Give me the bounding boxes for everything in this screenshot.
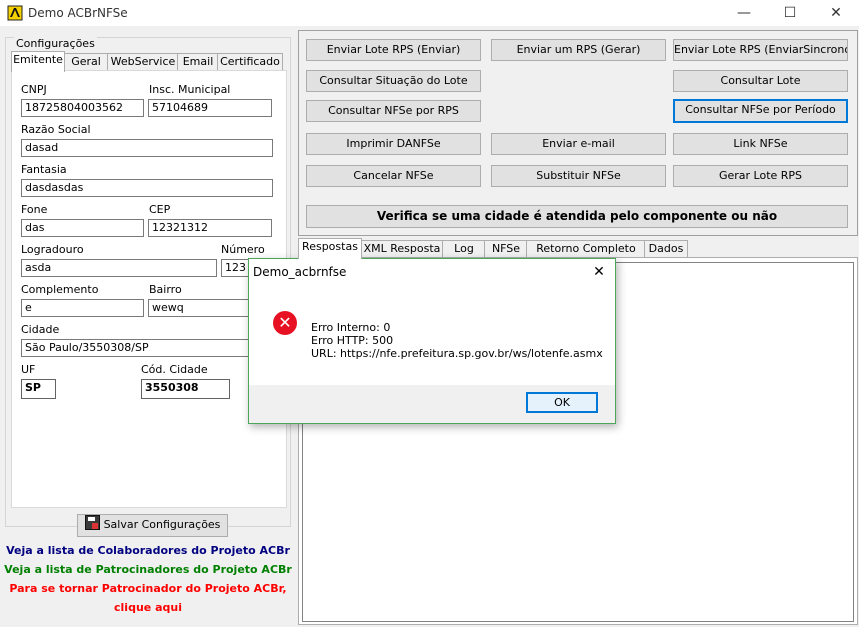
cep-field[interactable]: 12321312 [148,219,272,237]
cidade-field[interactable]: São Paulo/3550308/SP [21,339,273,357]
im-label: Insc. Municipal [149,83,231,96]
dialog-message: Erro Interno: 0 Erro HTTP: 500 URL: http… [311,321,603,360]
colaboradores-link[interactable]: Veja a lista de Colaboradores do Projeto… [0,544,296,557]
tab-retorno-completo[interactable]: Retorno Completo WS [526,240,646,271]
enviar-lote-button[interactable]: Enviar Lote RPS (Enviar) [306,39,481,61]
tab-certificado[interactable]: Certificado [217,53,283,71]
save-config-label: Salvar Configurações [103,518,221,531]
uf-field[interactable]: SP [21,379,56,399]
cancelar-nfse-button[interactable]: Cancelar NFSe [306,165,481,187]
im-field[interactable]: 57104689 [148,99,272,117]
razao-field[interactable]: dasad [21,139,273,157]
cidade-label: Cidade [21,323,60,336]
minimize-button[interactable]: — [721,0,767,26]
fone-field[interactable]: das [21,219,144,237]
config-legend: Configurações [14,37,97,50]
close-button[interactable]: ✕ [813,0,859,26]
verifica-cidade-button[interactable]: Verifica se uma cidade é atendida pelo c… [306,205,848,228]
tab-log[interactable]: Log [442,240,486,258]
tab-webservice[interactable]: WebService [107,53,179,71]
razao-label: Razão Social [21,123,91,136]
title-bar: Demo ACBrNFSe — ☐ ✕ [0,0,859,26]
gerar-lote-rps-button[interactable]: Gerar Lote RPS [673,165,848,187]
logradouro-field[interactable]: asda [21,259,217,277]
tab-nfse[interactable]: NFSe [484,240,528,258]
codcidade-field[interactable]: 3550308 [141,379,230,399]
dialog-title: Demo_acbrnfse [253,265,347,279]
clique-aqui-link[interactable]: clique aqui [0,601,296,614]
app-logo-icon [7,5,23,21]
fantasia-field[interactable]: dasdasdas [21,179,273,197]
response-tabbar: Respostas XML Resposta Log NFSe Retorno … [298,238,858,271]
save-config-button[interactable]: Salvar Configurações [77,514,228,537]
error-dialog: Demo_acbrnfse ✕ ✕ Erro Interno: 0 Erro H… [248,258,616,424]
tab-dados[interactable]: Dados [644,240,688,258]
fantasia-label: Fantasia [21,163,67,176]
bairro-label: Bairro [149,283,182,296]
dialog-line-erro-http: Erro HTTP: 500 [311,334,394,347]
save-disk-icon [84,515,100,530]
substituir-nfse-button[interactable]: Substituir NFSe [491,165,666,187]
error-icon: ✕ [273,311,297,335]
dialog-line-erro-interno: Erro Interno: 0 [311,321,391,334]
fone-label: Fone [21,203,48,216]
dialog-close-button[interactable]: ✕ [585,262,613,282]
tab-email[interactable]: Email [177,53,219,71]
consultar-lote-button[interactable]: Consultar Lote [673,70,848,92]
tab-xml-resposta[interactable]: XML Resposta [360,240,444,258]
enviar-um-rps-button[interactable]: Enviar um RPS (Gerar) [491,39,666,61]
tab-emitente[interactable]: Emitente [11,51,65,72]
cnpj-field[interactable]: 18725804003562 [21,99,144,117]
dialog-ok-button[interactable]: OK [526,392,598,413]
cep-label: CEP [149,203,171,216]
numero-label: Número [221,243,265,256]
tab-respostas[interactable]: Respostas [298,238,362,259]
patrocinadores-link[interactable]: Veja a lista de Patrocinadores do Projet… [0,563,296,576]
enviar-lote-sincrono-button[interactable]: Enviar Lote RPS (EnviarSincrono) [673,39,848,61]
cnpj-label: CNPJ [21,83,47,96]
logradouro-label: Logradouro [21,243,84,256]
uf-label: UF [21,363,36,376]
imprimir-danfse-button[interactable]: Imprimir DANFSe [306,133,481,155]
maximize-button[interactable]: ☐ [767,0,813,26]
enviar-email-button[interactable]: Enviar e-mail [491,133,666,155]
consultar-situacao-button[interactable]: Consultar Situação do Lote [306,70,481,92]
tornar-patrocinador-link[interactable]: Para se tornar Patrocinador do Projeto A… [0,582,296,595]
tab-geral[interactable]: Geral [63,53,109,71]
consultar-nfse-periodo-button[interactable]: Consultar NFSe por Período [673,99,848,123]
complemento-field[interactable]: e [21,299,144,317]
codcidade-label: Cód. Cidade [141,363,208,376]
window-title: Demo ACBrNFSe [28,6,128,20]
dialog-line-url: URL: https://nfe.prefeitura.sp.gov.br/ws… [311,347,603,360]
link-nfse-button[interactable]: Link NFSe [673,133,848,155]
dialog-title-bar: Demo_acbrnfse ✕ [249,259,615,285]
consultar-nfse-rps-button[interactable]: Consultar NFSe por RPS [306,100,481,122]
config-tabbar: Emitente Geral WebService Email Certific… [11,51,287,72]
complemento-label: Complemento [21,283,99,296]
